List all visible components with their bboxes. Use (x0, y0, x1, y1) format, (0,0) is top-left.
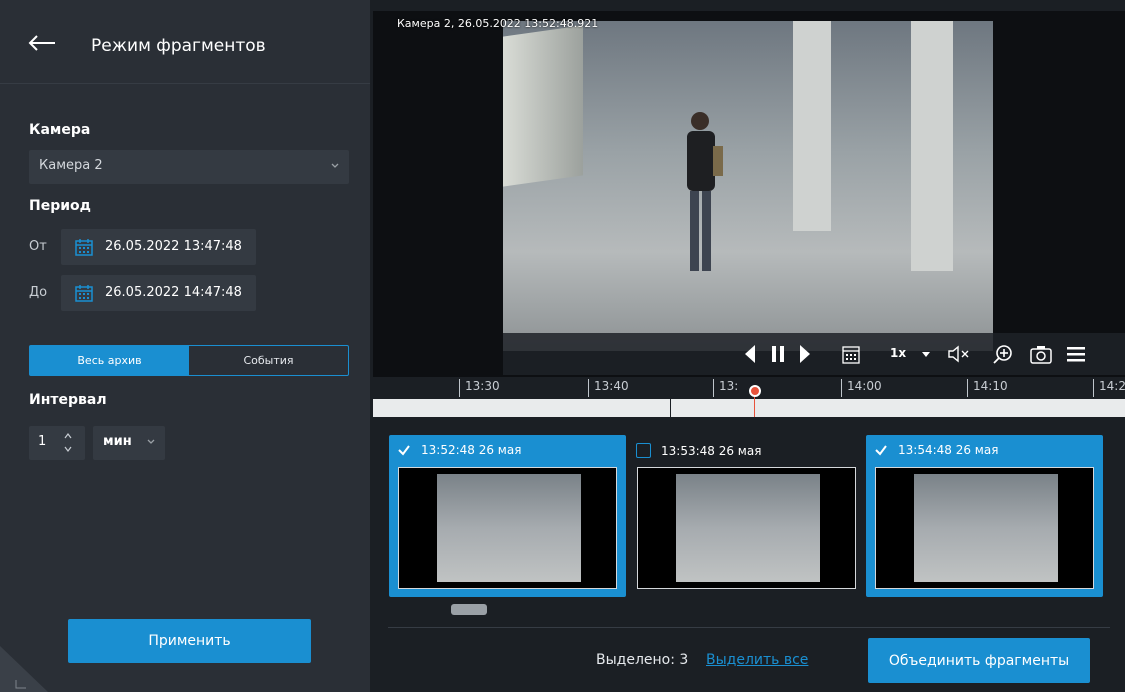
timeline-tick: 14:2 (1093, 379, 1125, 397)
fragments-panel: 13:52:48 26 мая 13:53:48 26 мая 13:54:48… (373, 417, 1125, 692)
fragment-label: 13:52:48 26 мая (421, 443, 522, 457)
select-all-link[interactable]: Выделить все (706, 652, 808, 668)
fragment-header: 13:53:48 26 мая (636, 443, 761, 458)
timeline-tick: 14:10 (967, 379, 1008, 397)
calendar-icon (75, 239, 93, 256)
tab-events[interactable]: События (189, 346, 348, 375)
timeline-tick: 13:40 (588, 379, 629, 397)
fragment-thumbnail (875, 467, 1094, 589)
fragment-card[interactable]: 13:52:48 26 мая (389, 435, 626, 597)
fragment-label: 13:54:48 26 мая (898, 443, 999, 457)
pillar (793, 21, 831, 231)
to-label: До (29, 285, 48, 300)
checkmark-icon[interactable] (874, 443, 888, 457)
playhead-handle[interactable] (749, 385, 761, 397)
from-date-value: 26.05.2022 13:47:48 (105, 239, 242, 254)
tab-full-archive[interactable]: Весь архив (30, 346, 189, 375)
period-label: Период (29, 198, 91, 214)
fragment-card[interactable]: 13:53:48 26 мая (628, 435, 865, 597)
checkbox-icon[interactable] (636, 443, 651, 458)
snapshot-icon[interactable] (1029, 343, 1053, 365)
timeline-tick: 13: (713, 379, 738, 397)
back-arrow-icon[interactable] (28, 34, 56, 52)
camera-select-value: Камера 2 (39, 158, 103, 173)
to-date-field[interactable]: 26.05.2022 14:47:48 (61, 275, 256, 311)
fragment-header: 13:54:48 26 мая (874, 443, 998, 457)
fragment-thumbnail (398, 467, 617, 589)
mute-icon[interactable] (946, 343, 972, 365)
camera-select[interactable]: Камера 2 (29, 150, 349, 184)
timeline-track[interactable] (373, 399, 1125, 417)
selected-count: Выделено: 3 (596, 652, 689, 668)
playhead-line (754, 395, 755, 417)
calendar-icon[interactable] (841, 343, 861, 365)
resize-handle-icon[interactable] (0, 646, 48, 692)
player-controls: 1x (503, 333, 1125, 375)
fragment-label: 13:53:48 26 мая (661, 443, 762, 458)
step-forward-icon[interactable] (798, 343, 812, 365)
chevron-up-icon[interactable] (62, 431, 74, 441)
step-back-icon[interactable] (743, 343, 757, 365)
interval-label: Интервал (29, 392, 107, 408)
fragment-thumbnail (637, 467, 856, 589)
menu-icon[interactable] (1065, 343, 1087, 365)
sidebar: Режим фрагментов Камера Камера 2 Период … (0, 0, 370, 692)
interval-value: 1 (38, 434, 47, 449)
merge-fragments-button[interactable]: Объединить фрагменты (868, 638, 1090, 683)
person-figure (687, 112, 723, 271)
pillar (911, 21, 953, 271)
calendar-icon (75, 285, 93, 302)
interval-unit-select[interactable]: мин (93, 426, 165, 460)
timeline[interactable]: 13:30 13:40 13: 14:00 14:10 14:2 (373, 377, 1125, 417)
interval-stepper[interactable]: 1 (29, 426, 85, 460)
apply-button[interactable]: Применить (68, 619, 311, 663)
checkmark-icon[interactable] (397, 443, 411, 457)
playback-speed[interactable]: 1x (890, 346, 906, 360)
from-label: От (29, 239, 47, 254)
fragment-card[interactable]: 13:54:48 26 мая (866, 435, 1103, 597)
speed-dropdown-icon[interactable] (920, 343, 932, 365)
timeline-cursor (670, 399, 671, 417)
fragment-header: 13:52:48 26 мая (397, 443, 521, 457)
timeline-tick: 14:00 (841, 379, 882, 397)
divider (388, 627, 1110, 628)
chevron-down-icon (147, 439, 155, 444)
pause-icon[interactable] (770, 343, 786, 365)
camera-label: Камера (29, 122, 91, 138)
archive-mode-tabs: Весь архив События (29, 345, 349, 376)
to-date-value: 26.05.2022 14:47:48 (105, 285, 242, 300)
from-date-field[interactable]: 26.05.2022 13:47:48 (61, 229, 256, 265)
page-title: Режим фрагментов (91, 36, 266, 56)
chevron-down-icon[interactable] (62, 444, 74, 454)
timeline-tick: 13:30 (459, 379, 500, 397)
horizontal-scrollbar[interactable] (451, 604, 487, 615)
video-overlay-text: Камера 2, 26.05.2022 13:52:48.921 (397, 17, 599, 30)
video-player[interactable]: Камера 2, 26.05.2022 13:52:48.921 1x (373, 11, 1125, 396)
sidebar-header: Режим фрагментов (0, 0, 370, 84)
zoom-in-icon[interactable] (992, 343, 1014, 365)
video-frame (503, 21, 993, 351)
train (503, 25, 583, 187)
chevron-down-icon (331, 163, 339, 168)
interval-unit-value: мин (103, 434, 132, 449)
app-window: Режим фрагментов Камера Камера 2 Период … (0, 0, 1125, 692)
